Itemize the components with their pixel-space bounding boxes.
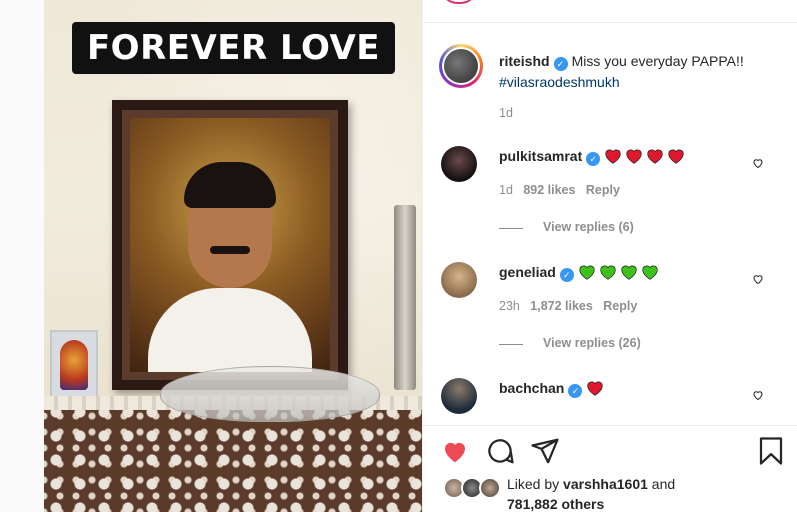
likes-count[interactable]: 781,882 others xyxy=(507,496,604,512)
heart-outline-icon[interactable] xyxy=(752,389,764,401)
comment-icon[interactable] xyxy=(485,436,515,466)
heart-emojis xyxy=(604,148,688,165)
caption-hashtag[interactable]: #vilasraodeshmukh xyxy=(499,74,620,90)
comment-meta: 1d 892 likes Reply xyxy=(499,183,620,197)
comment-item: bachchan ✓ xyxy=(499,380,607,398)
comment-item: geneliad ✓ xyxy=(499,264,662,282)
left-gutter xyxy=(0,0,44,512)
heart-filled-icon[interactable] xyxy=(440,436,470,466)
caption-username[interactable]: riteishd xyxy=(499,53,550,69)
heart-emoji-icon xyxy=(579,265,595,280)
liked-by-user[interactable]: varshha1601 xyxy=(563,476,648,492)
heart-emoji-icon xyxy=(647,149,663,164)
divider xyxy=(423,425,797,426)
portrait xyxy=(130,118,330,372)
comment-username[interactable]: bachchan xyxy=(499,380,564,396)
overlay-caption: FOREVER LOVE xyxy=(72,22,395,74)
comment-avatar[interactable] xyxy=(441,262,477,298)
liked-by: Liked by varshha1601 and xyxy=(507,476,676,492)
reply-button[interactable]: Reply xyxy=(586,183,620,197)
heart-emojis xyxy=(586,380,607,397)
liker-avatar[interactable] xyxy=(479,477,501,499)
comments-panel: riteishd ✓ Miss you everyday PAPPA!! #vila… xyxy=(422,0,797,512)
comment-likes[interactable]: 892 likes xyxy=(523,183,575,197)
share-icon[interactable] xyxy=(530,436,560,466)
caption-avatar[interactable] xyxy=(439,44,483,88)
post-media[interactable]: FOREVER LOVE xyxy=(44,0,422,512)
instagram-post-page: FOREVER LOVE riteishd ✓ Miss you everyday … xyxy=(0,0,797,512)
heart-emojis xyxy=(578,264,662,281)
heart-emoji-icon xyxy=(587,381,603,396)
reply-button[interactable]: Reply xyxy=(603,299,637,313)
heart-emoji-icon xyxy=(621,265,637,280)
comment-time[interactable]: 23h xyxy=(499,299,520,313)
heart-outline-icon[interactable] xyxy=(752,157,764,169)
comment-username[interactable]: pulkitsamrat xyxy=(499,148,582,164)
comment-time[interactable]: 1d xyxy=(499,183,513,197)
divider xyxy=(423,22,797,23)
comment-meta: 23h 1,872 likes Reply xyxy=(499,299,637,313)
heart-emoji-icon xyxy=(642,265,658,280)
verified-icon: ✓ xyxy=(553,57,568,71)
heart-emoji-icon xyxy=(600,265,616,280)
bookmark-icon[interactable] xyxy=(756,436,786,466)
comment-avatar[interactable] xyxy=(441,378,477,414)
idol-frame xyxy=(50,330,98,400)
photo-frame xyxy=(112,100,348,390)
comment-avatar[interactable] xyxy=(441,146,477,182)
heart-outline-icon[interactable] xyxy=(752,273,764,285)
heart-emoji-icon xyxy=(668,149,684,164)
verified-icon: ✓ xyxy=(559,268,574,282)
verified-icon: ✓ xyxy=(586,152,601,166)
caption-time[interactable]: 1d xyxy=(499,106,513,120)
verified-icon: ✓ xyxy=(568,384,583,398)
comment-username[interactable]: geneliad xyxy=(499,264,556,280)
glass-bowl xyxy=(160,366,380,422)
comment-item: pulkitsamrat ✓ xyxy=(499,148,688,166)
candle-holder xyxy=(394,205,416,390)
heart-emoji-icon xyxy=(605,149,621,164)
header-avatar-partial[interactable] xyxy=(441,0,477,4)
heart-emoji-icon xyxy=(626,149,642,164)
comment-likes[interactable]: 1,872 likes xyxy=(530,299,593,313)
view-replies-button[interactable]: View replies (6) xyxy=(543,220,634,234)
caption-text: Miss you everyday PAPPA!! xyxy=(571,53,744,69)
caption: riteishd ✓ Miss you everyday PAPPA!! #vila… xyxy=(499,51,784,93)
view-replies-button[interactable]: View replies (26) xyxy=(543,336,641,350)
